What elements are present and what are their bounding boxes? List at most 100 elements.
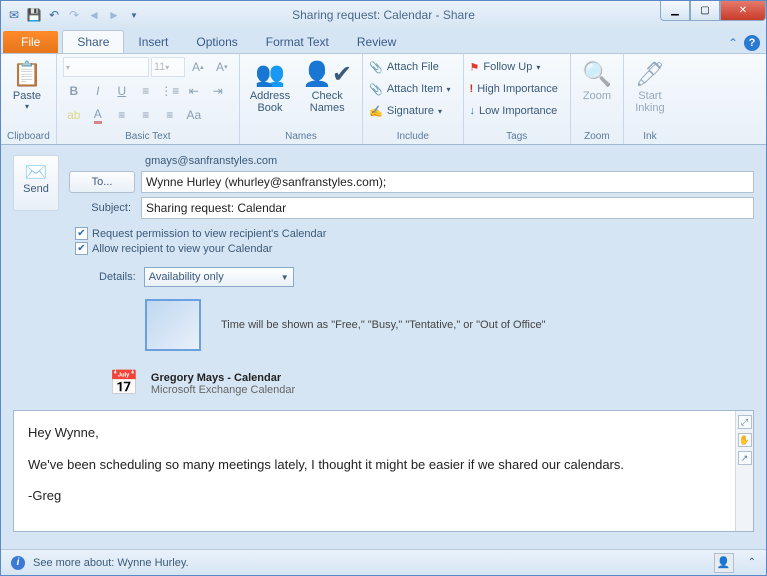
- status-text[interactable]: See more about: Wynne Hurley.: [33, 557, 189, 569]
- help-icon[interactable]: ?: [744, 35, 760, 51]
- qat-dropdown-icon[interactable]: ▼: [125, 6, 143, 24]
- underline-icon[interactable]: U: [111, 80, 133, 102]
- send-button[interactable]: ✉️ Send: [13, 155, 59, 211]
- align-right-icon[interactable]: ≡: [159, 104, 181, 126]
- to-input[interactable]: [141, 171, 754, 193]
- indent-right-icon[interactable]: ⇥: [207, 80, 229, 102]
- font-name-combo[interactable]: ▾: [63, 57, 149, 77]
- paste-button[interactable]: 📋 Paste ▾: [7, 56, 47, 113]
- low-importance-button[interactable]: ↓Low Importance: [470, 100, 558, 122]
- zoom-button[interactable]: 🔍 Zoom: [577, 56, 617, 104]
- tab-share[interactable]: Share: [62, 30, 124, 53]
- message-line: We've been scheduling so many meetings l…: [28, 455, 721, 475]
- group-clipboard: 📋 Paste ▾ Clipboard: [1, 54, 57, 144]
- availability-note: Time will be shown as "Free," "Busy," "T…: [221, 319, 545, 331]
- tool-expand-icon[interactable]: ⤢: [738, 415, 752, 429]
- paperclip-icon: 📎: [369, 61, 383, 74]
- flag-icon: ⚑: [470, 61, 480, 74]
- tab-review[interactable]: Review: [343, 31, 410, 53]
- follow-up-button[interactable]: ⚑Follow Up▾: [470, 56, 558, 78]
- start-inking-button[interactable]: 🖊 Start Inking: [630, 56, 670, 116]
- chevron-down-icon: ▼: [281, 273, 289, 282]
- details-dropdown[interactable]: Availability only ▼: [144, 267, 294, 287]
- highlight-icon[interactable]: ab: [63, 104, 85, 126]
- prev-icon[interactable]: ◄: [85, 6, 103, 24]
- calendar-name: Gregory Mays - Calendar: [151, 372, 295, 384]
- grow-font-icon[interactable]: A▴: [187, 56, 209, 78]
- address-book-icon: 👥: [255, 58, 285, 90]
- align-center-icon[interactable]: ≡: [135, 104, 157, 126]
- tab-insert[interactable]: Insert: [124, 31, 182, 53]
- font-size-combo[interactable]: 11▾: [151, 57, 185, 77]
- tab-format-text[interactable]: Format Text: [252, 31, 343, 53]
- signature-button[interactable]: ✍Signature▾: [369, 100, 450, 122]
- info-icon: i: [11, 556, 25, 570]
- message-line: Hey Wynne,: [28, 423, 721, 443]
- allow-view-label: Allow recipient to view your Calendar: [92, 243, 272, 255]
- send-label: Send: [23, 183, 49, 195]
- bullets-icon[interactable]: ≡: [135, 80, 157, 102]
- calendar-type: Microsoft Exchange Calendar: [151, 384, 295, 396]
- tool-hand-icon[interactable]: ✋: [738, 433, 752, 447]
- attach-item-button[interactable]: 📎Attach Item▾: [369, 78, 450, 100]
- font-color-icon[interactable]: A: [87, 104, 109, 126]
- bold-icon[interactable]: B: [63, 80, 85, 102]
- request-permission-checkbox[interactable]: ✔ Request permission to view recipient's…: [75, 227, 754, 240]
- next-icon[interactable]: ►: [105, 6, 123, 24]
- low-importance-icon: ↓: [470, 105, 476, 117]
- allow-view-checkbox[interactable]: ✔ Allow recipient to view your Calendar: [75, 242, 754, 255]
- numbering-icon[interactable]: ⋮≡: [159, 80, 181, 102]
- from-address: gmays@sanfranstyles.com: [69, 155, 754, 167]
- maximize-button[interactable]: ▢: [690, 1, 720, 21]
- start-inking-label: Start Inking: [635, 90, 664, 114]
- details-value: Availability only: [149, 271, 224, 283]
- address-book-label: Address Book: [250, 90, 290, 114]
- high-importance-button[interactable]: !High Importance: [470, 78, 558, 100]
- group-names-label: Names: [246, 130, 356, 144]
- tool-arrow-icon[interactable]: ↗: [738, 451, 752, 465]
- message-header: ✉️ Send gmays@sanfranstyles.com To... Su…: [1, 145, 766, 404]
- italic-icon[interactable]: I: [87, 80, 109, 102]
- file-tab[interactable]: File: [3, 31, 58, 53]
- zoom-label: Zoom: [583, 90, 611, 102]
- check-names-button[interactable]: 👤✔ Check Names: [298, 56, 356, 116]
- minimize-ribbon-icon[interactable]: ⌃: [728, 36, 738, 50]
- undo-icon[interactable]: ↶: [45, 6, 63, 24]
- group-ink-label: Ink: [630, 130, 670, 144]
- group-ink: 🖊 Start Inking Ink: [624, 54, 676, 144]
- indent-left-icon[interactable]: ⇤: [183, 80, 205, 102]
- align-left-icon[interactable]: ≡: [111, 104, 133, 126]
- check-names-icon: 👤✔: [302, 58, 352, 90]
- attach-file-button[interactable]: 📎Attach File: [369, 56, 450, 78]
- message-body-container: Hey Wynne, We've been scheduling so many…: [13, 410, 754, 532]
- tab-options[interactable]: Options: [182, 31, 251, 53]
- message-body[interactable]: Hey Wynne, We've been scheduling so many…: [14, 411, 735, 531]
- app-icon[interactable]: ✉: [5, 6, 23, 24]
- address-book-button[interactable]: 👥 Address Book: [246, 56, 294, 116]
- redo-icon[interactable]: ↷: [65, 6, 83, 24]
- envelope-icon: ✉️: [25, 162, 47, 183]
- quick-access-toolbar: ✉ 💾 ↶ ↷ ◄ ► ▼: [5, 6, 143, 24]
- chevron-up-icon[interactable]: ⌃: [748, 557, 756, 568]
- paste-label: Paste: [13, 90, 41, 102]
- clipboard-icon: 📋: [12, 58, 42, 90]
- close-button[interactable]: ✕: [720, 1, 766, 21]
- pen-icon: 🖊: [635, 58, 665, 90]
- subject-input[interactable]: [141, 197, 754, 219]
- clear-format-icon[interactable]: Aa: [183, 104, 205, 126]
- save-icon[interactable]: 💾: [25, 6, 43, 24]
- request-permission-label: Request permission to view recipient's C…: [92, 228, 326, 240]
- zoom-icon: 🔍: [582, 58, 612, 90]
- to-button[interactable]: To...: [69, 171, 135, 193]
- group-include-label: Include: [369, 130, 456, 144]
- subject-label: Subject:: [69, 202, 135, 214]
- attach-item-icon: 📎: [369, 83, 383, 96]
- ribbon: 📋 Paste ▾ Clipboard ▾ 11▾ A▴ A▾ B I U ≡: [1, 53, 766, 145]
- title-bar: ✉ 💾 ↶ ↷ ◄ ► ▼ Sharing request: Calendar …: [1, 1, 766, 29]
- shrink-font-icon[interactable]: A▾: [211, 56, 233, 78]
- window-controls: ▁ ▢ ✕: [660, 1, 766, 21]
- contact-avatar[interactable]: 👤: [714, 553, 734, 573]
- window-title: Sharing request: Calendar - Share: [292, 8, 475, 22]
- minimize-button[interactable]: ▁: [660, 1, 690, 21]
- status-bar: i See more about: Wynne Hurley. 👤 ⌃: [1, 549, 766, 575]
